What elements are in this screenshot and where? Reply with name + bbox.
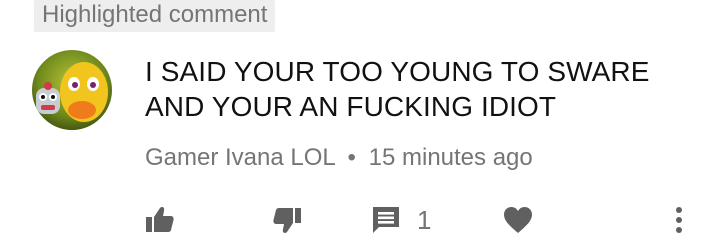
meta-separator: • [347,144,356,171]
comment-text-line: AND YOUR AN FUCKING IDIOT [145,91,557,122]
avatar-image [32,50,112,130]
reply-count: 1 [417,205,432,235]
thumbs-down-icon [273,208,301,233]
comment-text-line: I SAID YOUR TOO YOUNG TO SWARE [145,56,650,87]
more-options-button[interactable] [674,204,684,236]
comment-text: I SAID YOUR TOO YOUNG TO SWARE AND YOUR … [145,54,705,124]
like-button[interactable] [144,204,176,236]
more-vertical-icon [676,207,682,233]
comment-time: 15 minutes ago [368,144,533,171]
comment-meta: Gamer Ivana LOL • 15 minutes ago [145,142,533,174]
reply-button[interactable]: 1 [371,204,431,236]
reply-comment-icon [373,207,399,233]
dislike-button[interactable] [271,204,303,236]
avatar[interactable] [32,50,112,130]
heart-button[interactable] [502,204,534,236]
heart-icon [504,207,532,233]
comment-actions: 1 [0,200,720,240]
author-name[interactable]: Gamer Ivana LOL [145,144,335,171]
thumbs-up-icon [146,207,174,232]
highlighted-comment-badge: Highlighted comment [34,0,276,32]
